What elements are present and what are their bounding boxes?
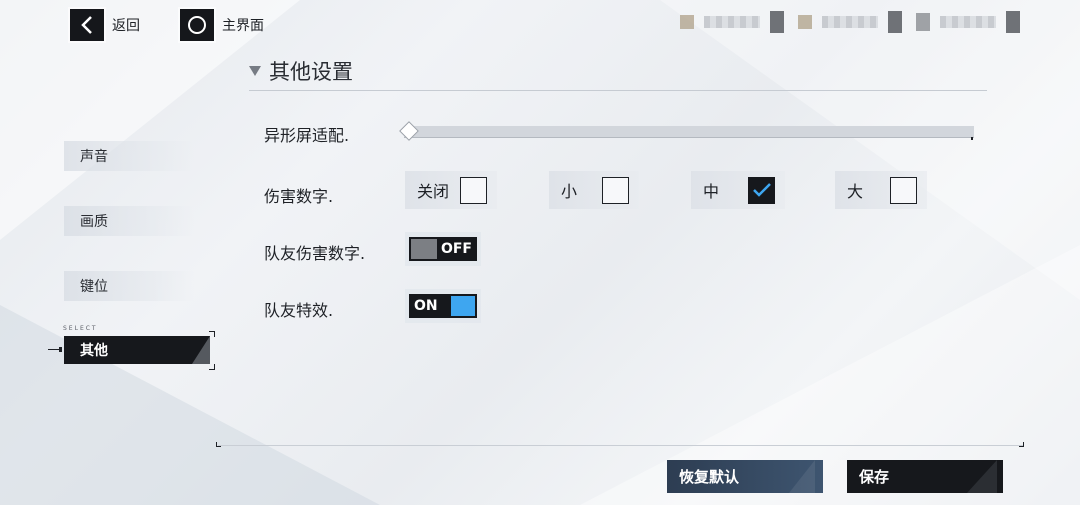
sidebar-item-label: 画质 [80,214,108,230]
add-currency-icon[interactable] [1006,11,1020,33]
damage-option-off[interactable]: 关闭 [405,171,497,209]
option-label: 小 [561,182,578,201]
toggle-state: ON [414,298,438,314]
home-label: 主界面 [222,18,264,34]
currency-amount-blurred [822,16,878,28]
currency-item [916,11,1020,33]
currency-icon [798,15,812,29]
option-label: 关闭 [417,182,450,201]
checkbox-checked[interactable] [748,176,775,204]
damage-option-small[interactable]: 小 [549,171,639,209]
toggle-state: OFF [440,241,472,257]
currency-icon [680,15,694,29]
select-tag: SELECT [63,325,98,332]
collapse-triangle-icon [249,66,261,76]
divider [249,90,987,91]
sidebar-item-other[interactable]: 其他 [64,336,210,364]
toggle-knob [411,239,437,259]
teammate-damage-label: 队友伤害数字. [264,244,366,263]
currency-item [798,11,902,33]
currency-icon [916,13,930,31]
add-currency-icon[interactable] [888,11,902,33]
notch-adapt-label: 异形屏适配. [264,126,350,145]
sidebar-item-label: 声音 [80,149,108,165]
currency-item [680,11,784,33]
sidebar-item-sound[interactable]: 声音 [64,141,194,171]
circle-icon [180,9,214,41]
slider-end-mark [971,137,973,140]
checkbox[interactable] [602,176,629,204]
teammate-damage-toggle[interactable]: OFF [405,232,481,266]
damage-numbers-label: 伤害数字. [264,187,334,206]
frame-corner [1019,442,1024,447]
teammate-effects-label: 队友特效. [264,301,334,320]
frame-corner [216,442,221,447]
background-shard [580,245,1080,505]
currency-strip [680,11,1020,33]
damage-option-medium[interactable]: 中 [691,171,785,209]
checkbox[interactable] [460,176,487,204]
checkbox[interactable] [890,176,917,204]
active-pointer-icon [48,347,62,352]
add-currency-icon[interactable] [770,11,784,33]
save-label: 保存 [859,468,890,486]
back-label: 返回 [112,18,140,34]
sidebar-item-label: 其他 [80,343,108,359]
sidebar-item-keybinds[interactable]: 键位 [64,271,194,301]
damage-option-large[interactable]: 大 [835,171,927,209]
background-shard [0,305,380,505]
section-heading: 其他设置 [249,56,353,86]
teammate-effects-toggle[interactable]: ON [405,289,481,323]
currency-amount-blurred [940,16,996,28]
chevron-left-icon [70,9,104,41]
save-button[interactable]: 保存 [847,460,1003,493]
currency-amount-blurred [704,16,760,28]
reset-defaults-button[interactable]: 恢复默认 [667,460,823,493]
option-label: 大 [847,182,864,201]
divider [218,445,1024,446]
selection-bracket [209,331,215,337]
reset-label: 恢复默认 [679,468,740,486]
sidebar-item-graphics[interactable]: 画质 [64,206,194,236]
background-shard [660,0,1080,300]
toggle-knob [451,296,475,316]
section-title: 其他设置 [269,60,353,84]
checkmark-icon [752,183,771,197]
sidebar-item-label: 键位 [80,279,108,295]
selection-bracket [209,364,215,370]
back-button[interactable]: 返回 [70,9,140,41]
home-button[interactable]: 主界面 [180,9,264,41]
notch-adapt-slider[interactable] [404,126,974,138]
option-label: 中 [703,182,720,201]
